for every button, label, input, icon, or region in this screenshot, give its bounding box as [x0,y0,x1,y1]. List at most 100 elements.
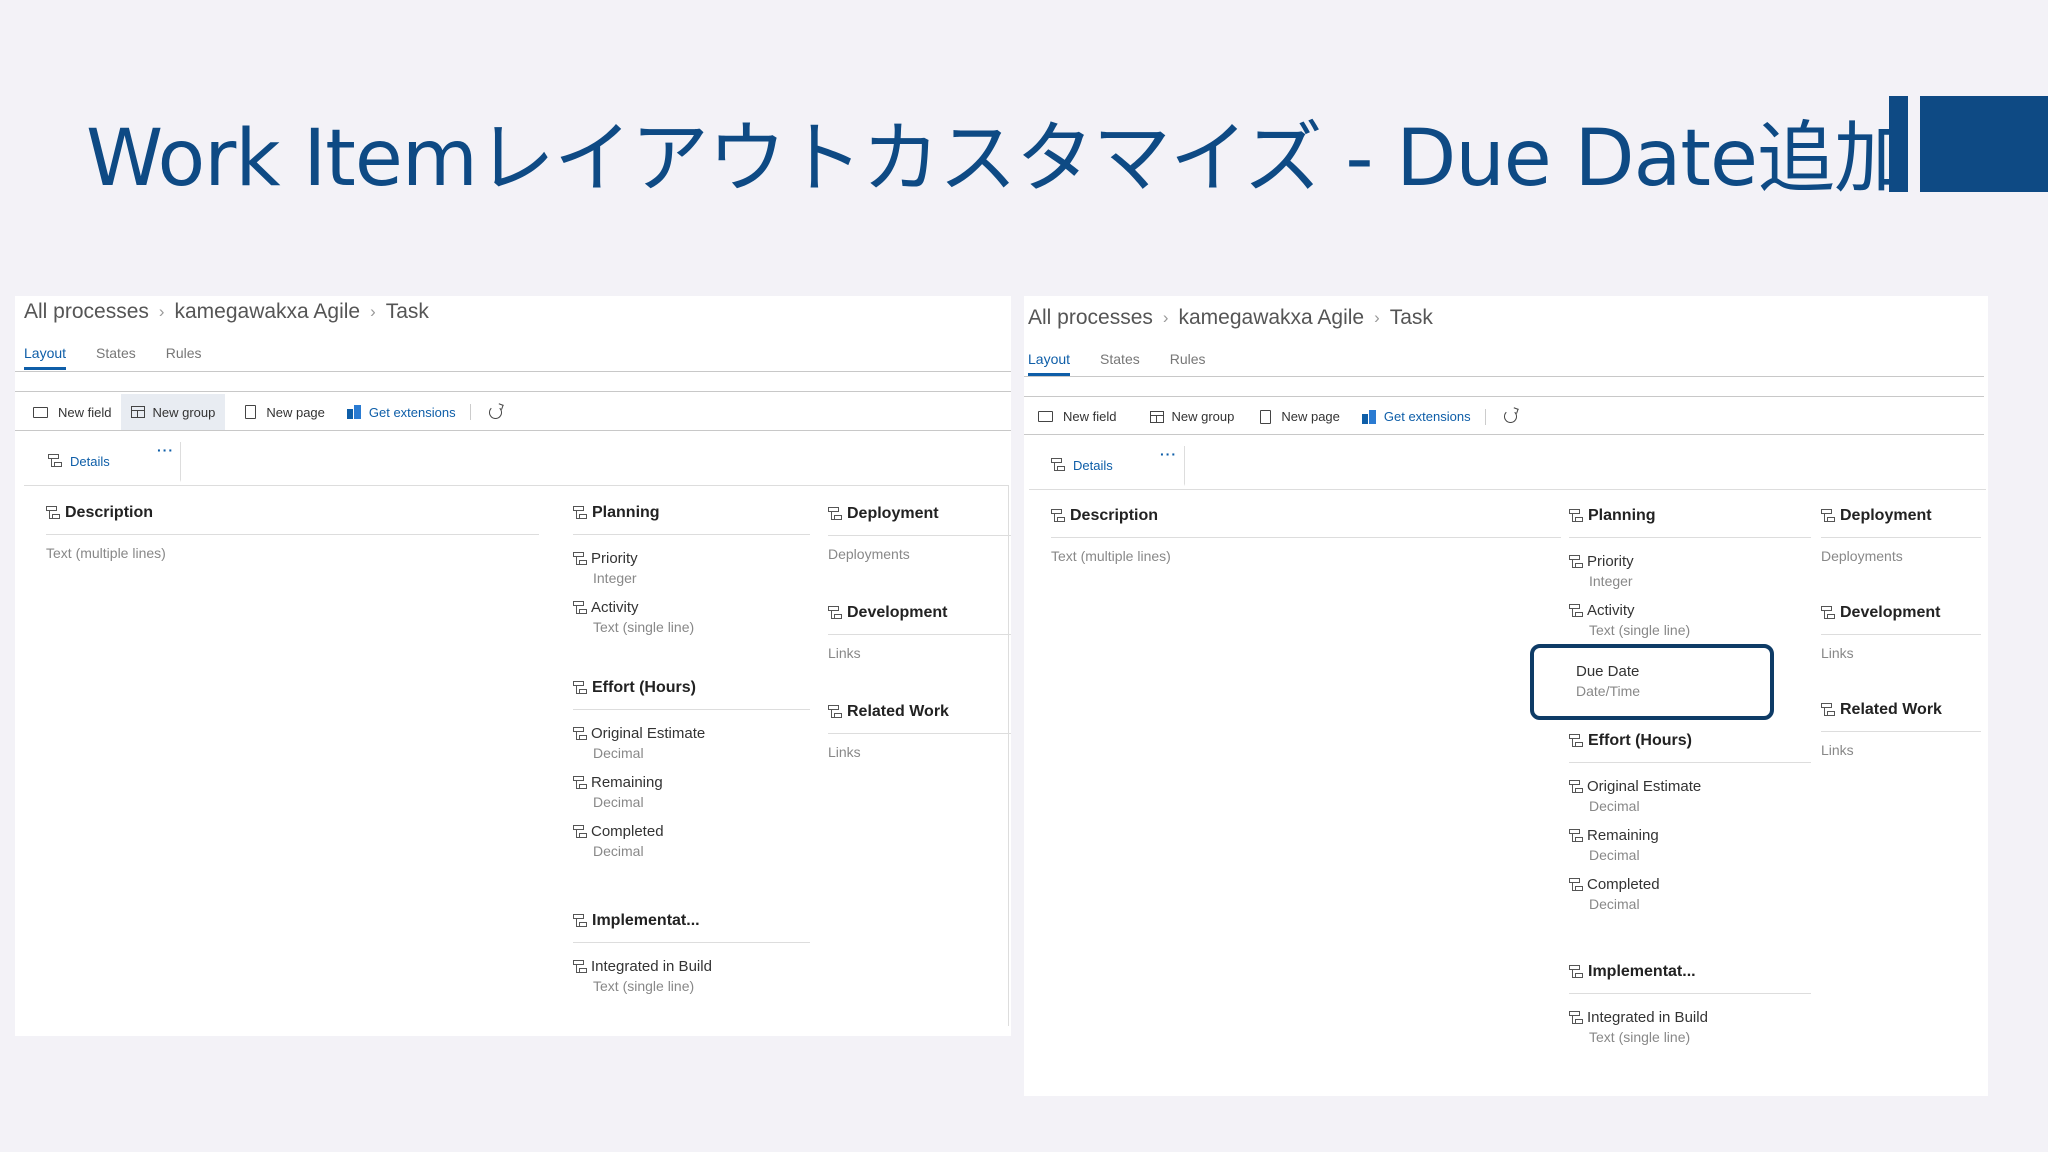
group-icon [573,914,587,928]
group-icon [573,681,587,695]
field-name: Integrated in Build [1587,1009,1708,1026]
group-divider [1569,537,1811,538]
group-title-text: Planning [1588,507,1656,524]
get-extensions-button[interactable]: Get extensions [335,394,470,430]
field-activity[interactable]: Activity Text (single line) [573,599,810,635]
toolbar-bottom-divider [1024,434,1984,435]
group-icon [828,705,842,719]
field-completed[interactable]: Completed Decimal [573,823,810,859]
group-implementation-title[interactable]: Implementat... [573,912,810,930]
breadcrumb-process[interactable]: kamegawakxa Agile [1178,306,1364,330]
field-original-estimate[interactable]: Original Estimate Decimal [573,725,810,761]
group-planning: Planning Priority Integer Activity Text … [573,504,810,635]
new-field-button[interactable]: New field [23,394,121,430]
get-extensions-button[interactable]: Get extensions [1350,399,1485,434]
field-type: Integer [593,570,637,586]
field-original-estimate[interactable]: Original Estimate Decimal [1569,778,1811,814]
tab-states[interactable]: States [1100,351,1140,367]
tab-rules[interactable]: Rules [166,345,202,361]
group-deployment: Deployment Deployments [1821,507,1981,564]
group-divider [1569,762,1811,763]
new-group-button[interactable]: New group [121,394,226,430]
group-development-title[interactable]: Development [1821,604,1981,622]
tab-divider [1024,376,1984,377]
new-group-label: New group [1171,409,1235,424]
new-page-icon [1260,409,1272,424]
more-options-icon[interactable]: ··· [157,442,174,458]
group-title-text: Effort (Hours) [1588,732,1692,749]
breadcrumb-all-processes[interactable]: All processes [1028,306,1153,330]
group-planning-title[interactable]: Planning [1569,507,1811,525]
field-icon [573,775,587,790]
group-title-text: Related Work [1840,701,1942,718]
field-integrated-in-build[interactable]: Integrated in Build Text (single line) [1569,1009,1811,1045]
group-effort-title[interactable]: Effort (Hours) [573,679,810,697]
new-group-button[interactable]: New group [1140,399,1244,434]
group-effort-title[interactable]: Effort (Hours) [1569,732,1811,750]
new-group-label: New group [152,404,216,420]
group-implementation-title[interactable]: Implementat... [1569,963,1811,981]
page-icon [1051,458,1065,472]
breadcrumb-work-item-type[interactable]: Task [1390,306,1433,330]
related-work-type: Links [828,744,861,760]
chevron-right-icon: › [158,302,165,321]
tab-rules[interactable]: Rules [1170,351,1206,367]
new-page-button[interactable]: New page [1244,399,1350,434]
tab-layout[interactable]: Layout [24,345,67,370]
group-description-title[interactable]: Description [1051,507,1561,525]
field-icon [1569,828,1583,843]
breadcrumb-process[interactable]: kamegawakxa Agile [174,300,360,324]
tab-bar: Layout States Rules [24,345,202,370]
field-type: Decimal [1589,896,1640,912]
tab-states[interactable]: States [96,345,136,361]
field-type: Decimal [593,843,644,859]
field-icon [1569,603,1583,618]
new-field-button[interactable]: New field [1028,399,1140,434]
field-priority[interactable]: Priority Integer [573,550,810,586]
group-related-work-title[interactable]: Related Work [828,703,1011,721]
refresh-button[interactable] [483,394,508,430]
field-completed[interactable]: Completed Decimal [1569,876,1811,912]
group-development-title[interactable]: Development [828,604,1011,622]
group-divider [1821,537,1981,538]
extensions-icon [346,405,361,419]
due-date-highlight[interactable]: Due Date Date/Time [1530,644,1774,720]
group-title-text: Related Work [847,703,949,720]
group-deployment-title[interactable]: Deployment [1821,507,1981,525]
title-decoration-bar-thin [1889,96,1908,192]
breadcrumb-all-processes[interactable]: All processes [24,300,149,324]
group-deployment-title[interactable]: Deployment [828,505,1011,523]
group-planning-title[interactable]: Planning [573,504,810,522]
new-field-label: New field [1063,409,1117,424]
group-title-text: Planning [592,504,660,521]
more-options-icon[interactable]: ··· [1160,446,1177,462]
field-remaining[interactable]: Remaining Decimal [573,774,810,810]
toolbar-separator [1484,408,1486,425]
new-page-button[interactable]: New page [225,394,335,430]
new-group-icon [131,406,146,418]
group-related-work: Related Work Links [1821,701,1981,758]
refresh-icon [488,405,502,419]
group-icon [1051,509,1065,523]
left-screenshot: All processes › kamegawakxa Agile › Task… [15,296,1011,1036]
toolbar-separator [469,404,471,420]
field-name: Activity [591,599,639,616]
group-icon [1821,703,1835,717]
group-description-title[interactable]: Description [46,504,539,522]
toolbar-bottom-divider [15,430,1011,431]
field-priority[interactable]: Priority Integer [1569,553,1811,589]
group-icon [46,506,60,520]
field-integrated-in-build[interactable]: Integrated in Build Text (single line) [573,958,810,994]
new-group-icon [1150,410,1165,423]
group-title-text: Deployment [847,505,939,522]
group-related-work-title[interactable]: Related Work [1821,701,1981,719]
field-due-date[interactable]: Due Date Date/Time [1576,663,1640,699]
deployment-type: Deployments [1821,548,1903,564]
page-icon [48,454,62,468]
field-activity[interactable]: Activity Text (single line) [1569,602,1811,638]
tab-layout[interactable]: Layout [1028,351,1071,376]
field-remaining[interactable]: Remaining Decimal [1569,827,1811,863]
refresh-button[interactable] [1498,399,1523,434]
breadcrumb-work-item-type[interactable]: Task [386,300,429,324]
description-type: Text (multiple lines) [1051,548,1171,564]
